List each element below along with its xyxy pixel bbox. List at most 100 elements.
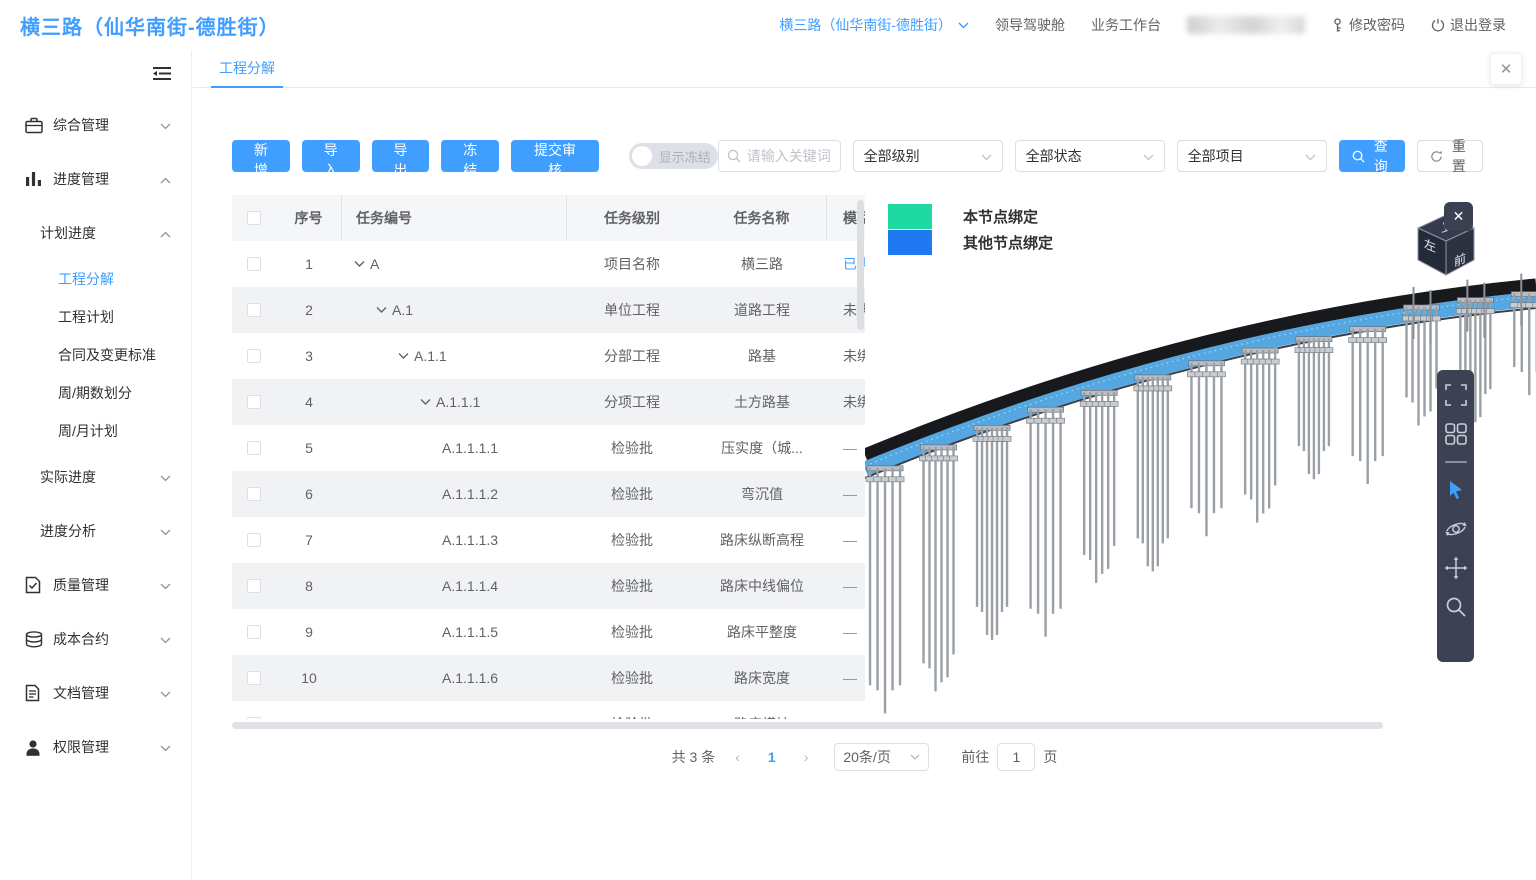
bar-chart-icon <box>25 171 43 187</box>
table-row[interactable]: 2A.1单位工程道路工程未绑定 <box>232 287 865 333</box>
row-checkbox[interactable] <box>247 717 261 719</box>
sidebar-item-permission[interactable]: 权限管理 <box>0 720 191 774</box>
viewer-close-button[interactable]: ✕ <box>1444 202 1473 231</box>
row-checkbox[interactable] <box>247 395 261 409</box>
sidebar-item-week-month-plan[interactable]: 周/月计划 <box>0 412 191 450</box>
zoom-icon[interactable] <box>1444 595 1468 619</box>
nav-link-workbench[interactable]: 业务工作台 <box>1091 15 1161 35</box>
row-checkbox[interactable] <box>247 533 261 547</box>
reset-label: 重置 <box>1448 136 1470 176</box>
sidebar-item-comprehensive[interactable]: 综合管理 <box>0 98 191 152</box>
chevron-down-icon <box>160 117 171 133</box>
briefcase-icon <box>25 117 43 134</box>
reset-button[interactable]: 重置 <box>1417 140 1483 172</box>
cell-level: 检验批 <box>567 655 697 701</box>
export-button[interactable]: 导出 <box>372 140 430 172</box>
project-dropdown-label: 横三路（仙华南街-德胜街） <box>779 15 952 35</box>
add-button[interactable]: 新增 <box>232 140 290 172</box>
select-cursor-icon[interactable] <box>1444 478 1468 502</box>
cell-name: 横三路 <box>697 241 827 287</box>
table-row[interactable]: 10A.1.1.1.6检验批路床宽度— <box>232 655 865 701</box>
show-frozen-toggle[interactable]: 显示冻结 <box>629 143 718 169</box>
current-page[interactable]: 1 <box>760 749 784 765</box>
row-checkbox[interactable] <box>247 257 261 271</box>
project-filter-select[interactable]: 全部项目 <box>1177 140 1327 172</box>
row-checkbox[interactable] <box>247 487 261 501</box>
sidebar-item-contract-standard[interactable]: 合同及变更标准 <box>0 336 191 374</box>
tree-expand-caret[interactable] <box>354 260 365 268</box>
table-row[interactable]: 5A.1.1.1.1检验批压实度（城...— <box>232 425 865 471</box>
panel-close-button[interactable]: ✕ <box>1490 53 1522 85</box>
row-checkbox[interactable] <box>247 303 261 317</box>
chevron-down-icon <box>1305 148 1316 164</box>
tab-wbs[interactable]: 工程分解 <box>211 51 283 88</box>
cell-binding: 未绑定 <box>827 379 865 425</box>
layout-grid-icon[interactable] <box>1444 422 1468 446</box>
level-filter-select[interactable]: 全部级别 <box>853 140 1003 172</box>
row-checkbox[interactable] <box>247 579 261 593</box>
project-dropdown[interactable]: 横三路（仙华南街-德胜街） <box>779 15 969 35</box>
select-all-checkbox[interactable] <box>247 211 261 225</box>
change-password-button[interactable]: 修改密码 <box>1331 15 1405 35</box>
sidebar-item-progress-analysis[interactable]: 进度分析 <box>0 504 191 558</box>
horizontal-scrollbar[interactable] <box>232 722 1383 729</box>
table-row[interactable]: 7A.1.1.1.3检验批路床纵断高程— <box>232 517 865 563</box>
sidebar-menu: 综合管理进度管理计划进度工程分解工程计划合同及变更标准周/期数划分周/月计划实际… <box>0 50 191 774</box>
legend-swatch-current-node <box>888 204 932 229</box>
sidebar-item-label: 文档管理 <box>53 683 109 703</box>
freeze-button[interactable]: 冻结 <box>441 140 499 172</box>
table-row[interactable]: 9A.1.1.1.5检验批路床平整度— <box>232 609 865 655</box>
orbit-icon[interactable] <box>1444 517 1468 541</box>
page-size-select[interactable]: 20条/页 <box>834 743 929 771</box>
table-row[interactable]: 6A.1.1.1.2检验批弯沉值— <box>232 471 865 517</box>
query-button[interactable]: 查询 <box>1339 140 1405 172</box>
next-page-button[interactable]: › <box>798 749 815 765</box>
redacted-username <box>1187 16 1305 34</box>
query-label: 查询 <box>1370 136 1392 176</box>
row-checkbox[interactable] <box>247 625 261 639</box>
keyword-search-input[interactable] <box>747 148 832 164</box>
logout-button[interactable]: 退出登录 <box>1431 15 1506 35</box>
sidebar-fold-icon[interactable] <box>153 66 171 84</box>
tree-expand-caret[interactable] <box>398 352 409 360</box>
sidebar-item-project-plan[interactable]: 工程计划 <box>0 298 191 336</box>
prev-page-button[interactable]: ‹ <box>729 749 746 765</box>
goto-page-input[interactable] <box>997 743 1035 771</box>
cell-index: 4 <box>276 379 342 425</box>
table-row[interactable]: 3A.1.1分部工程路基未绑定 <box>232 333 865 379</box>
row-checkbox[interactable] <box>247 349 261 363</box>
sidebar-item-plan-progress[interactable]: 计划进度 <box>0 206 191 260</box>
sidebar-item-wbs[interactable]: 工程分解 <box>0 260 191 298</box>
tree-expand-caret[interactable] <box>376 306 387 314</box>
import-button[interactable]: 导入 <box>302 140 360 172</box>
col-header-code: 任务编号 <box>342 195 567 241</box>
col-header-index: 序号 <box>276 195 342 241</box>
cell-level: 检验批 <box>567 609 697 655</box>
table-row[interactable]: 1A项目名称横三路已绑定 <box>232 241 865 287</box>
row-checkbox[interactable] <box>247 441 261 455</box>
sidebar-item-progress[interactable]: 进度管理 <box>0 152 191 206</box>
row-checkbox[interactable] <box>247 671 261 685</box>
sidebar-item-cost-contract[interactable]: 成本合约 <box>0 612 191 666</box>
cell-code: A.1.1.1.4 <box>342 563 567 609</box>
status-filter-select[interactable]: 全部状态 <box>1015 140 1165 172</box>
sidebar-item-document[interactable]: 文档管理 <box>0 666 191 720</box>
chevron-up-icon <box>160 171 171 187</box>
sidebar-item-period-division[interactable]: 周/期数划分 <box>0 374 191 412</box>
table-row[interactable]: 4A.1.1.1分项工程土方路基未绑定 <box>232 379 865 425</box>
nav-link-cockpit[interactable]: 领导驾驶舱 <box>995 15 1065 35</box>
sidebar-item-quality[interactable]: 质量管理 <box>0 558 191 612</box>
table-row[interactable]: 检验批路床横坡 <box>232 701 865 719</box>
cell-level: 检验批 <box>567 425 697 471</box>
submit-review-button[interactable]: 提交审核 <box>511 140 599 172</box>
cell-index: 9 <box>276 609 342 655</box>
sidebar-item-actual-progress[interactable]: 实际进度 <box>0 450 191 504</box>
pan-icon[interactable] <box>1444 556 1468 580</box>
sidebar-item-label: 周/期数划分 <box>58 383 132 403</box>
fit-view-icon[interactable] <box>1444 383 1468 407</box>
vertical-scrollbar[interactable] <box>857 200 864 330</box>
cell-code: A.1.1.1.1 <box>342 425 567 471</box>
table-row[interactable]: 8A.1.1.1.4检验批路床中线偏位— <box>232 563 865 609</box>
cell-name: 路床中线偏位 <box>697 563 827 609</box>
tree-expand-caret[interactable] <box>420 398 431 406</box>
